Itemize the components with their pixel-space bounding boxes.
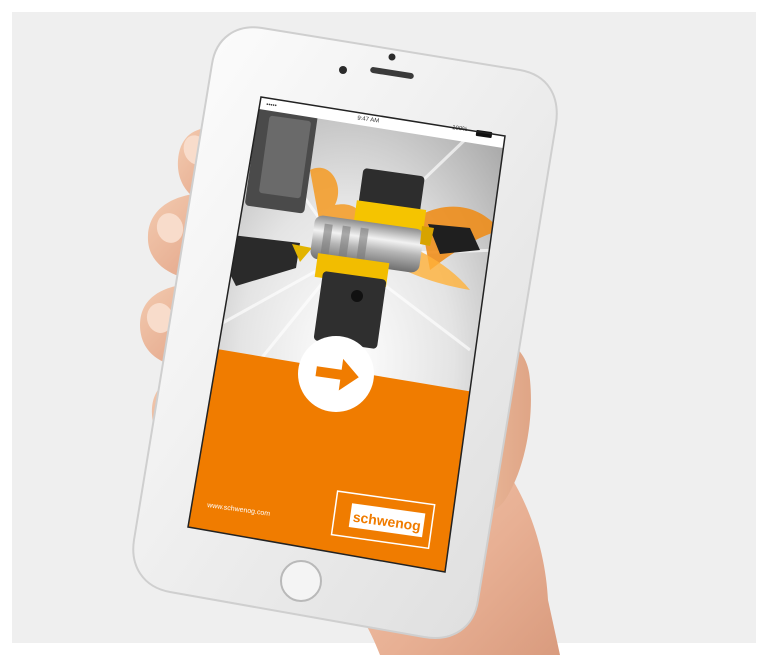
hand-holding-phone-illustration: www.schwenog.com schwenog ••••• 9:47 AM …	[132, 26, 560, 655]
next-arrow-button[interactable]	[298, 336, 374, 412]
home-button[interactable]	[280, 560, 322, 602]
proximity-sensor	[339, 66, 347, 74]
tool-holder-bottom	[313, 271, 387, 349]
photo-scene: www.schwenog.com schwenog ••••• 9:47 AM …	[0, 0, 768, 655]
front-camera	[388, 53, 396, 61]
